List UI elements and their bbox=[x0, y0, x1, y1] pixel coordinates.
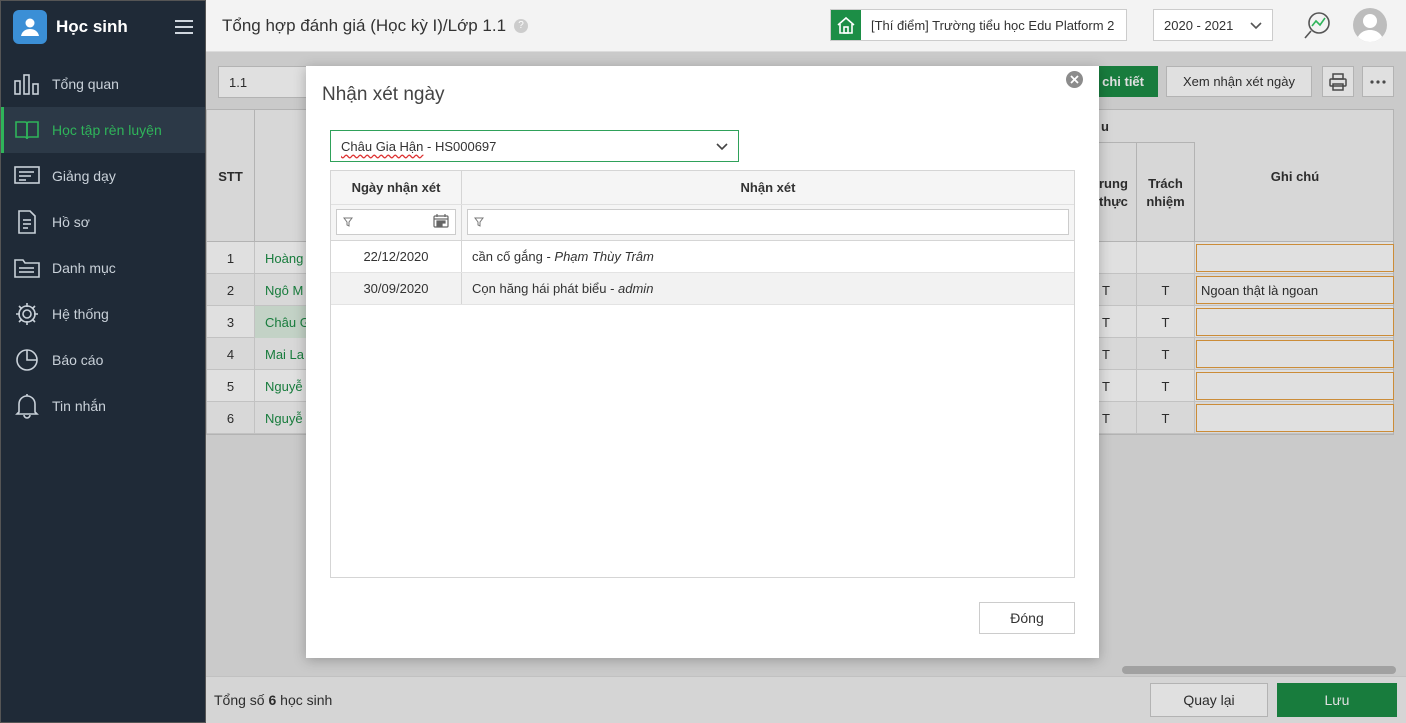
trend-chart-icon[interactable] bbox=[1304, 10, 1332, 43]
comment-date: 30/09/2020 bbox=[331, 273, 462, 304]
bell-icon bbox=[13, 392, 41, 420]
school-year-value: 2020 - 2021 bbox=[1164, 17, 1234, 33]
sidebar-item-teaching[interactable]: Giảng dạy bbox=[1, 153, 205, 199]
student-code: - HS000697 bbox=[423, 138, 497, 154]
gear-icon bbox=[13, 300, 41, 328]
sidebar-item-label: Giảng dạy bbox=[52, 168, 116, 184]
sidebar-nav: Tổng quan Học tập rèn luyện Giảng dạy Hồ… bbox=[1, 61, 205, 429]
student-name: Châu Gia Hận bbox=[341, 138, 424, 154]
comment-text: Cọn hăng hái phát biểu - admin bbox=[472, 281, 654, 296]
top-header: Tổng hợp đánh giá (Học kỳ I)/Lớp 1.1 ? [… bbox=[206, 0, 1406, 52]
sidebar-item-system[interactable]: Hệ thống bbox=[1, 291, 205, 337]
comment-filter-input[interactable] bbox=[467, 209, 1069, 235]
sidebar-item-label: Tin nhắn bbox=[52, 398, 106, 414]
close-button[interactable]: Đóng bbox=[979, 602, 1075, 634]
sidebar: Học sinh Tổng quan Học tập rèn luyện Giả… bbox=[0, 0, 206, 723]
school-year-select[interactable]: 2020 - 2021 bbox=[1153, 9, 1273, 41]
sidebar-item-records[interactable]: Hồ sơ bbox=[1, 199, 205, 245]
home-icon bbox=[831, 10, 861, 40]
sidebar-item-label: Học tập rèn luyện bbox=[52, 122, 162, 138]
sidebar-header: Học sinh bbox=[1, 1, 205, 53]
dialog-title: Nhận xét ngày bbox=[322, 84, 445, 105]
comment-body: cần cố gắng bbox=[472, 249, 543, 264]
calendar-icon[interactable] bbox=[433, 213, 449, 231]
daily-comments-table: Ngày nhận xét Nhận xét 22/12/2020 cần cố… bbox=[330, 170, 1075, 578]
sidebar-item-label: Tổng quan bbox=[52, 76, 119, 92]
comment-date: 22/12/2020 bbox=[331, 241, 462, 272]
sidebar-item-label: Hệ thống bbox=[52, 306, 109, 322]
table-row[interactable]: 30/09/2020 Cọn hăng hái phát biểu - admi… bbox=[331, 273, 1074, 305]
sidebar-item-label: Báo cáo bbox=[52, 352, 104, 368]
sidebar-item-label: Danh mục bbox=[52, 260, 116, 276]
sidebar-item-catalog[interactable]: Danh mục bbox=[1, 245, 205, 291]
filter-row bbox=[331, 205, 1074, 241]
filter-icon bbox=[474, 215, 484, 230]
menu-toggle-icon[interactable] bbox=[163, 20, 205, 34]
chevron-down-icon bbox=[1250, 18, 1262, 33]
comment-author: Phạm Thùy Trâm bbox=[554, 249, 654, 264]
sidebar-item-messages[interactable]: Tin nhắn bbox=[1, 383, 205, 429]
page-title: Tổng hợp đánh giá (Học kỳ I)/Lớp 1.1 bbox=[222, 15, 507, 35]
date-filter-input[interactable] bbox=[336, 209, 456, 235]
document-icon bbox=[13, 208, 41, 236]
sidebar-item-label: Hồ sơ bbox=[52, 214, 90, 230]
comment-body: Cọn hăng hái phát biểu bbox=[472, 281, 607, 296]
help-icon[interactable]: ? bbox=[514, 18, 529, 33]
student-logo-icon bbox=[13, 10, 47, 44]
sidebar-item-learning[interactable]: Học tập rèn luyện bbox=[1, 107, 205, 153]
table-header: Ngày nhận xét Nhận xét bbox=[331, 171, 1074, 205]
sidebar-item-overview[interactable]: Tổng quan bbox=[1, 61, 205, 107]
close-icon[interactable] bbox=[1066, 71, 1083, 88]
column-header-date: Ngày nhận xét bbox=[331, 171, 462, 204]
school-name: [Thí điểm] Trường tiểu học Edu Platform … bbox=[871, 17, 1115, 33]
folder-icon bbox=[13, 254, 41, 282]
avatar[interactable] bbox=[1353, 8, 1387, 42]
table-row[interactable]: 22/12/2020 cần cố gắng - Phạm Thùy Trâm bbox=[331, 241, 1074, 273]
book-icon bbox=[13, 116, 41, 144]
sidebar-item-reports[interactable]: Báo cáo bbox=[1, 337, 205, 383]
student-select-value: Châu Gia Hận - HS000697 bbox=[341, 139, 496, 154]
student-select[interactable]: Châu Gia Hận - HS000697 bbox=[330, 130, 739, 162]
bar-chart-icon bbox=[13, 70, 41, 98]
daily-comments-dialog: Nhận xét ngày Châu Gia Hận - HS000697 Ng… bbox=[306, 66, 1099, 658]
school-selector[interactable]: [Thí điểm] Trường tiểu học Edu Platform … bbox=[830, 9, 1128, 41]
board-icon bbox=[13, 162, 41, 190]
comment-text: cần cố gắng - Phạm Thùy Trâm bbox=[472, 249, 654, 264]
pie-chart-icon bbox=[13, 346, 41, 374]
column-header-comment: Nhận xét bbox=[740, 180, 796, 195]
filter-icon bbox=[343, 215, 353, 230]
app-title: Học sinh bbox=[56, 17, 128, 36]
comment-author: admin bbox=[618, 281, 654, 296]
chevron-down-icon bbox=[716, 139, 728, 154]
